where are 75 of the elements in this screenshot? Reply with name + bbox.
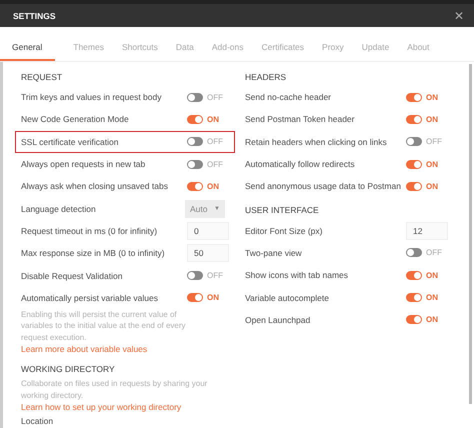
help-link[interactable]: Learn more about variable values [21,343,231,356]
toggle-switch[interactable] [406,315,422,324]
input-field[interactable]: 12 [406,222,448,240]
toggle-switch[interactable] [406,270,422,280]
setting-label: Show icons with tab names [245,270,348,280]
tab[interactable]: Shortcuts [122,42,158,61]
tab[interactable]: Proxy [322,42,344,61]
tab[interactable]: General [0,42,56,61]
toggle-state: ON [426,182,438,191]
toggle-switch[interactable] [406,114,422,124]
setting-label: Send no-cache header [245,92,332,102]
tab[interactable]: About [407,42,430,61]
close-icon[interactable]: ✕ [454,8,464,22]
input-field[interactable]: 0 [187,222,229,240]
section-heading: HEADERS [245,71,288,84]
toggle-switch[interactable] [406,137,422,146]
toggle-switch[interactable] [187,92,203,102]
section-heading: USER INTERFACE [245,204,320,218]
help-link[interactable]: Learn how to set up your working directory [21,401,231,414]
toggle-state: OFF [207,160,223,169]
toggle-switch[interactable] [406,160,422,169]
toggle-state: ON [426,160,438,169]
tab[interactable]: Themes [73,42,104,61]
setting-label: Editor Font Size (px) [245,226,322,236]
toggle-state: ON [426,270,438,280]
setting-label: Language detection [21,204,96,214]
toggle-state: OFF [207,271,223,280]
tab[interactable]: Update [362,42,390,61]
toggle-state: OFF [426,248,442,258]
toggle-state: ON [426,293,438,302]
toggle-state: OFF [426,137,442,146]
section-description: Collaborate on files used in requests by sharing your working directory. [21,378,208,402]
toggle-switch[interactable] [406,293,422,302]
tab[interactable]: Add-ons [212,42,244,61]
field-label: Location [21,416,54,426]
setting-label: Disable Request Validation [21,270,122,281]
setting-label: SSL certificate verification [21,136,118,147]
toggle-state: OFF [207,92,223,102]
toggle-switch[interactable] [187,271,203,280]
toggle-switch[interactable] [187,114,203,124]
toggle-switch[interactable] [187,182,203,191]
tab[interactable]: Data [176,42,194,61]
setting-label: Variable autocomplete [245,292,329,303]
section-heading: WORKING DIRECTORY [21,363,116,376]
setting-label: Send anonymous usage data to Postman [245,181,401,192]
toggle-state: OFF [207,137,223,146]
tab[interactable]: Certificates [262,42,304,61]
setting-label: Automatically persist variable values [21,292,158,303]
toggle-switch[interactable] [187,293,203,302]
section-heading: REQUEST [21,71,64,84]
toggle-switch[interactable] [187,137,203,146]
toggle-switch[interactable] [406,92,422,102]
setting-label: Always ask when closing unsaved tabs [21,181,168,192]
setting-label: Two-pane view [245,248,302,258]
setting-label: Max response size in MB (0 to infinity) [21,248,165,258]
window-title: SETTINGS [13,10,56,20]
toggle-switch[interactable] [406,248,422,258]
input-field[interactable]: 50 [187,244,229,262]
toggle-state: ON [207,293,219,302]
setting-label: Trim keys and values in request body [21,92,162,102]
setting-label: Send Postman Token header [245,114,354,124]
setting-label: Request timeout in ms (0 for infinity) [21,226,158,236]
setting-label: Always open requests in new tab [21,159,146,170]
toggle-state: ON [207,114,219,124]
setting-description: Enabling this will persist the current value of variables to the initial value at the end of every request execution. [21,308,187,344]
toggle-state: ON [426,114,438,124]
setting-label: Automatically follow redirects [245,159,355,170]
toggle-switch[interactable] [406,182,422,191]
toggle-state: ON [426,92,438,102]
toggle-switch[interactable] [187,160,203,169]
toggle-state: ON [207,182,219,191]
setting-label: Open Launchpad [245,314,310,325]
setting-label: New Code Generation Mode [21,114,129,124]
toggle-state: ON [426,315,438,324]
setting-label: Retain headers when clicking on links [245,136,387,147]
